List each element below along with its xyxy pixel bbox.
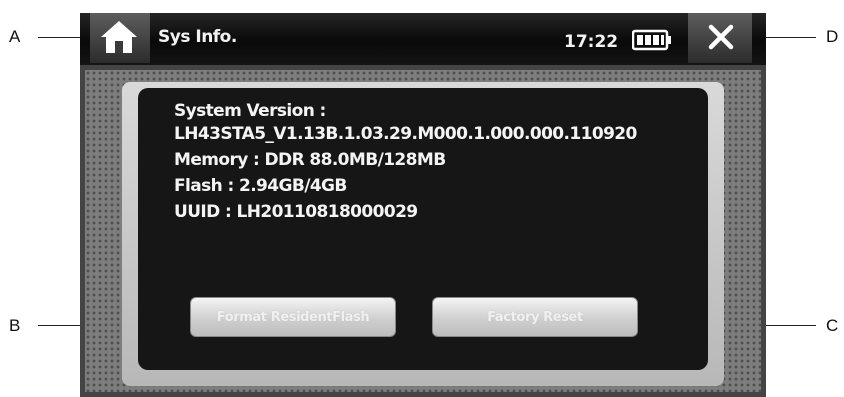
callout-d: D [826, 27, 839, 46]
uuid-info: UUID : LH20110818000029 [174, 202, 418, 222]
close-icon [708, 24, 734, 50]
callout-b: B [9, 316, 21, 335]
flash-info: Flash : 2.94GB/4GB [174, 176, 347, 196]
factory-reset-button[interactable]: Factory Reset [432, 297, 638, 337]
callout-c: C [826, 316, 839, 335]
callout-a: A [9, 27, 21, 46]
memory-info: Memory : DDR 88.0MB/128MB [174, 150, 446, 170]
close-button[interactable] [688, 13, 752, 63]
page-title: Sys Info. [158, 27, 237, 47]
system-version-value: LH43STA5_V1.13B.1.03.29.M000.1.000.000.1… [174, 124, 637, 144]
top-bar: Sys Info. 17:22 [80, 13, 766, 66]
home-button[interactable] [90, 13, 150, 63]
device-screen: Sys Info. 17:22 System Version : LH43STA… [80, 13, 766, 397]
battery-icon [632, 29, 671, 51]
system-version-label: System Version : [174, 101, 326, 121]
home-icon [101, 21, 137, 53]
clock: 17:22 [564, 32, 619, 52]
format-resident-flash-button[interactable]: Format ResidentFlash [190, 297, 396, 337]
